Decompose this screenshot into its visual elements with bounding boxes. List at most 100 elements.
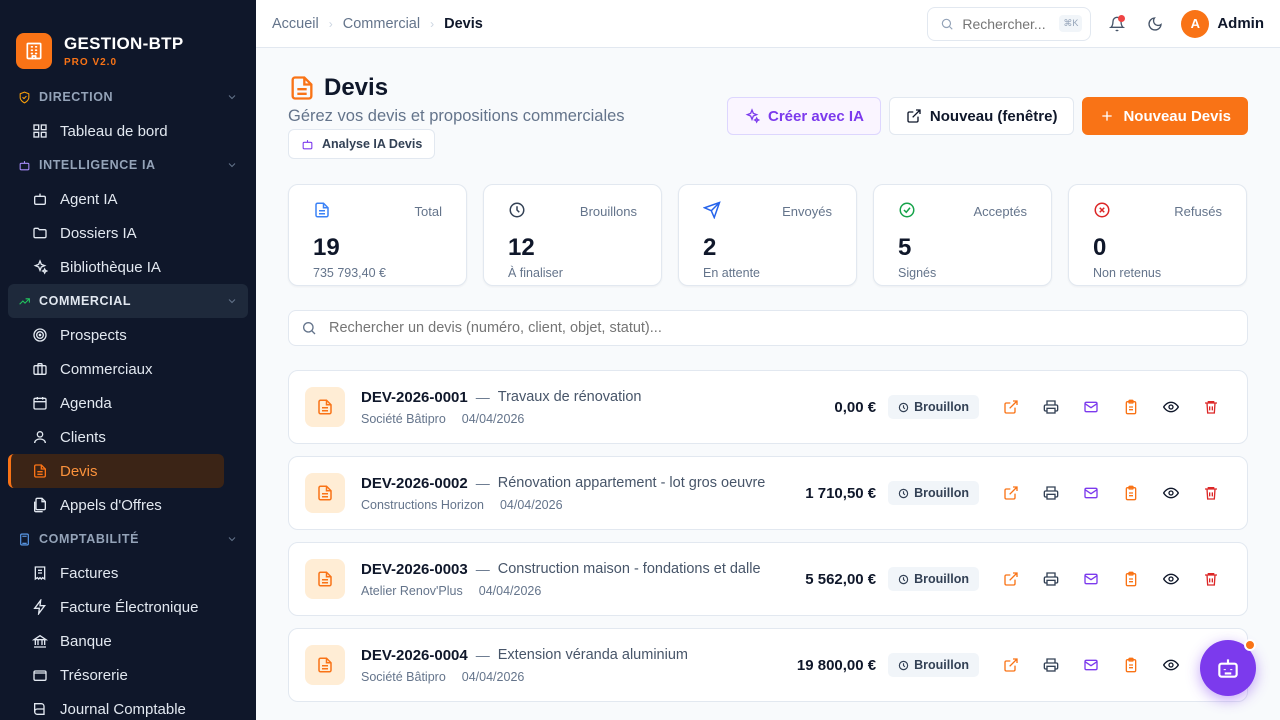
trash-icon — [1205, 487, 1217, 500]
open-external-button[interactable] — [991, 649, 1031, 681]
sidebar-item-agenda[interactable]: Agenda — [8, 386, 224, 420]
new-window-button[interactable]: Nouveau (fenêtre) — [888, 97, 1075, 135]
quote-object: Travaux de rénovation — [497, 389, 642, 405]
sidebar-item-clients[interactable]: Clients — [8, 420, 224, 454]
section-commercial[interactable]: COMMERCIAL — [8, 284, 248, 318]
quote-amount: 1 710,50 € — [805, 484, 877, 502]
quote-number[interactable]: DEV-2026-0004 — [361, 647, 468, 664]
open-external-button[interactable] — [991, 477, 1031, 509]
view-button[interactable] — [1151, 477, 1191, 509]
quote-row[interactable]: DEV-2026-0004 — Extension véranda alumin… — [288, 628, 1248, 702]
sidebar-item-dossiers-ia[interactable]: Dossiers IA — [8, 216, 224, 250]
open-external-button[interactable] — [991, 391, 1031, 423]
quote-number[interactable]: DEV-2026-0003 — [361, 561, 468, 578]
print-button[interactable] — [1031, 391, 1071, 423]
file-text-icon — [305, 473, 345, 513]
chevron-down-icon — [228, 537, 236, 542]
quote-number[interactable]: DEV-2026-0001 — [361, 389, 468, 406]
sidebar-item-label: Agenda — [60, 394, 112, 412]
new-quote-button[interactable]: Nouveau Devis — [1082, 97, 1248, 135]
ai-analysis-button[interactable]: Analyse IA Devis — [288, 129, 436, 159]
bot-icon — [1218, 659, 1238, 678]
stat-sub: En attente — [703, 266, 760, 280]
email-button[interactable] — [1071, 649, 1111, 681]
email-button[interactable] — [1071, 477, 1111, 509]
quote-number[interactable]: DEV-2026-0002 — [361, 475, 468, 492]
sidebar-item-journal-comptable[interactable]: Journal Comptable — [8, 692, 224, 720]
print-button[interactable] — [1031, 563, 1071, 595]
view-button[interactable] — [1151, 563, 1191, 595]
quote-search[interactable] — [288, 310, 1248, 346]
wallet-icon — [33, 670, 47, 681]
create-with-ai-button[interactable]: Créer avec IA — [727, 97, 881, 135]
delete-button[interactable] — [1191, 477, 1231, 509]
quote-row[interactable]: DEV-2026-0002 — Rénovation appartement -… — [288, 456, 1248, 530]
breadcrumb-commercial[interactable]: Commercial — [343, 16, 420, 32]
stat-value: 12 — [508, 234, 535, 261]
print-button[interactable] — [1031, 477, 1071, 509]
sidebar-item-banque[interactable]: Banque — [8, 624, 224, 658]
quote-row[interactable]: DEV-2026-0003 — Construction maison - fo… — [288, 542, 1248, 616]
global-search[interactable]: ⌘K — [927, 6, 1092, 41]
notifications-button[interactable] — [1099, 6, 1135, 42]
global-search-input[interactable] — [962, 15, 1055, 32]
stat-card-total[interactable]: Total 19 735 793,40 € — [288, 184, 467, 286]
open-external-button[interactable] — [991, 563, 1031, 595]
theme-toggle-button[interactable] — [1137, 6, 1173, 42]
clipboard-button[interactable] — [1111, 563, 1151, 595]
ai-assistant-button[interactable] — [1200, 639, 1256, 696]
stat-value: 0 — [1093, 234, 1107, 261]
files-icon — [34, 497, 46, 513]
quote-row[interactable]: DEV-2026-0001 — Travaux de rénovation So… — [288, 370, 1248, 444]
eye-icon — [1163, 659, 1179, 671]
clipboard-button[interactable] — [1111, 477, 1151, 509]
stat-card-envoyes[interactable]: Envoyés 2 En attente — [678, 184, 857, 286]
sidebar-item-factures[interactable]: Factures — [8, 556, 224, 590]
delete-button[interactable] — [1191, 563, 1231, 595]
stat-value: 19 — [313, 234, 340, 261]
bot-icon — [34, 193, 46, 205]
sidebar-item-label: Bibliothèque IA — [60, 258, 161, 276]
brand[interactable]: GESTION-BTP PRO V2.0 — [0, 0, 256, 80]
view-button[interactable] — [1151, 391, 1191, 423]
section-label: DIRECTION — [39, 90, 114, 104]
book-icon — [34, 703, 45, 715]
breadcrumb-accueil[interactable]: Accueil — [272, 16, 319, 32]
sidebar-item-label: Devis — [60, 462, 98, 480]
file-text-icon — [315, 202, 329, 218]
view-button[interactable] — [1151, 649, 1191, 681]
quote-client: Atelier Renov'Plus — [361, 583, 463, 598]
sidebar-item-devis[interactable]: Devis — [8, 454, 224, 488]
email-button[interactable] — [1071, 391, 1111, 423]
sidebar-item-tableau-de-bord[interactable]: Tableau de bord — [8, 114, 224, 148]
section-direction[interactable]: DIRECTION — [8, 80, 248, 114]
stat-card-acceptes[interactable]: Acceptés 5 Signés — [873, 184, 1052, 286]
calendar-icon — [33, 397, 47, 410]
sidebar-item-label: Prospects — [60, 326, 127, 344]
stat-card-brouillons[interactable]: Brouillons 12 À finaliser — [483, 184, 662, 286]
file-text-icon — [291, 76, 313, 100]
external-link-icon — [1004, 400, 1018, 414]
check-circle-icon — [899, 202, 915, 218]
sidebar: GESTION-BTP PRO V2.0 DIRECTION Tableau d… — [0, 0, 256, 720]
print-button[interactable] — [1031, 649, 1071, 681]
sidebar-item-bibliotheque-ia[interactable]: Bibliothèque IA — [8, 250, 224, 284]
sidebar-item-label: Tableau de bord — [60, 122, 168, 140]
section-intelligence-ia[interactable]: INTELLIGENCE IA — [8, 148, 248, 182]
quote-object: Extension véranda aluminium — [497, 647, 688, 663]
stat-card-refuses[interactable]: Refusés 0 Non retenus — [1068, 184, 1247, 286]
user-menu[interactable]: A Admin — [1181, 9, 1264, 38]
quote-search-input[interactable] — [329, 320, 1209, 336]
clipboard-button[interactable] — [1111, 391, 1151, 423]
sidebar-item-agent-ia[interactable]: Agent IA — [8, 182, 224, 216]
clock-icon — [898, 574, 909, 584]
sidebar-item-appels-offres[interactable]: Appels d'Offres — [8, 488, 224, 522]
clipboard-button[interactable] — [1111, 649, 1151, 681]
sidebar-item-prospects[interactable]: Prospects — [8, 318, 224, 352]
sidebar-item-facture-electronique[interactable]: Facture Électronique — [8, 590, 224, 624]
delete-button[interactable] — [1191, 391, 1231, 423]
sidebar-item-commerciaux[interactable]: Commerciaux — [8, 352, 224, 386]
section-comptabilite[interactable]: COMPTABILITÉ — [8, 522, 248, 556]
sidebar-item-tresorerie[interactable]: Trésorerie — [8, 658, 224, 692]
email-button[interactable] — [1071, 563, 1111, 595]
